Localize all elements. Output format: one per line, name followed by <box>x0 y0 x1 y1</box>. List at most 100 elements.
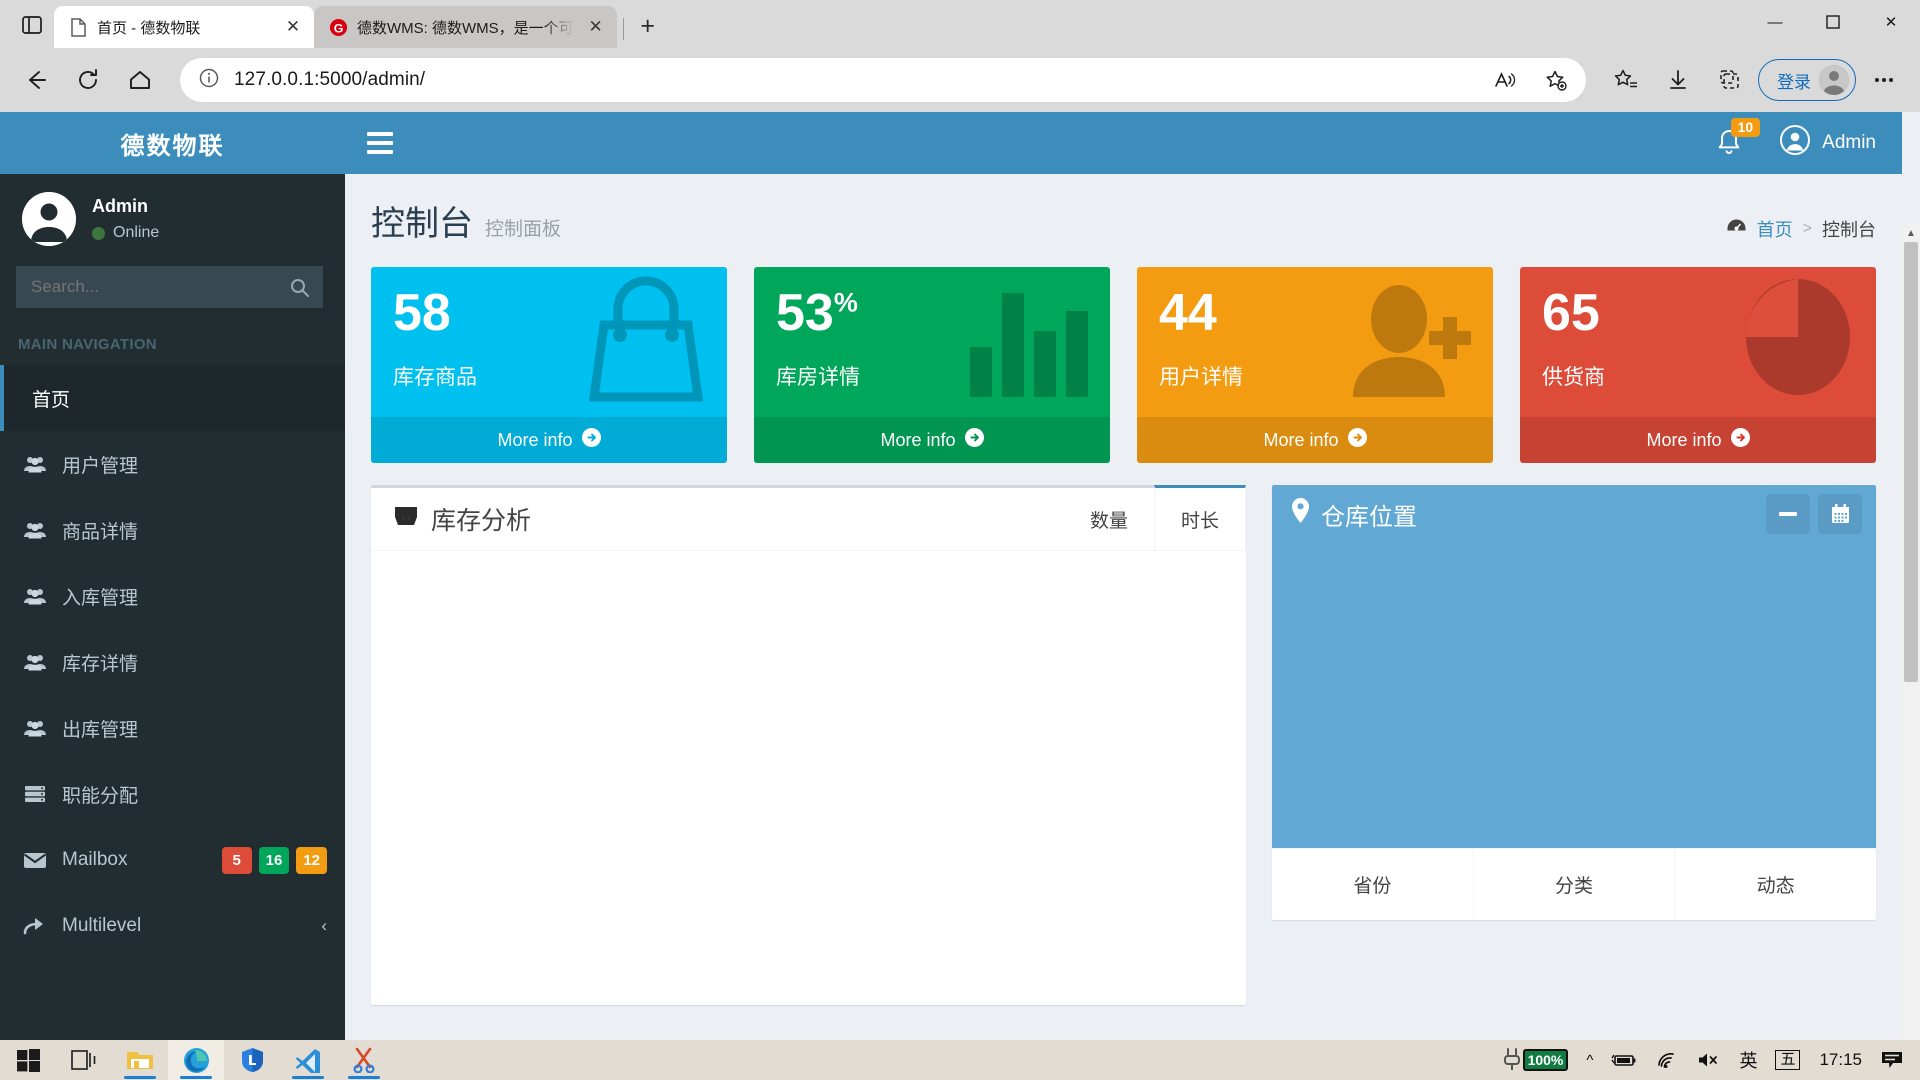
url-text: 127.0.0.1:5000/admin/ <box>234 69 426 90</box>
map-tab-category[interactable]: 分类 <box>1474 849 1676 920</box>
menu-icon[interactable] <box>367 132 393 154</box>
users-icon <box>22 719 48 737</box>
map-marker-icon <box>1292 498 1309 530</box>
minimize-button[interactable]: — <box>1746 0 1804 44</box>
home-icon[interactable] <box>116 56 164 104</box>
volume-muted-icon[interactable] <box>1688 1040 1730 1080</box>
sidebar-item-multilevel[interactable]: Multilevel ‹ <box>0 893 345 959</box>
scrollbar-thumb[interactable] <box>1904 242 1918 682</box>
read-aloud-icon[interactable] <box>1480 56 1528 104</box>
sidebar-search[interactable] <box>16 266 323 308</box>
avatar <box>22 192 76 246</box>
calendar-icon[interactable] <box>1818 494 1862 534</box>
browser-tab-active[interactable]: 首页 - 德数物联 ✕ <box>54 6 314 48</box>
maximize-button[interactable] <box>1804 0 1862 44</box>
scroll-up-icon[interactable]: ▲ <box>1902 224 1920 242</box>
vscode[interactable] <box>280 1040 336 1080</box>
info-box-user-detail[interactable]: 44 用户详情 More info <box>1137 267 1493 463</box>
warehouse-location-panel: 仓库位置 省份 分类 动态 <box>1272 485 1876 920</box>
sidebar-item-home[interactable]: 首页 <box>0 365 345 431</box>
online-dot-icon <box>92 226 105 240</box>
tab-actions-icon[interactable] <box>10 5 54 45</box>
panel-row: 库存分析 数量 时长 仓库位置 省份 分类 动态 <box>345 463 1902 1005</box>
sidebar-item-inbound-management[interactable]: 入库管理 <box>0 563 345 629</box>
search-icon[interactable] <box>276 267 322 307</box>
breadcrumb-current: 控制台 <box>1822 220 1876 240</box>
start-button[interactable] <box>0 1040 56 1080</box>
edge-browser[interactable] <box>168 1040 224 1080</box>
search-input[interactable] <box>17 277 276 297</box>
tab-duration[interactable]: 时长 <box>1153 485 1246 550</box>
minus-icon[interactable] <box>1766 494 1810 534</box>
collections-icon[interactable] <box>1706 56 1754 104</box>
close-button[interactable]: ✕ <box>1862 0 1920 44</box>
info-icon[interactable] <box>198 67 220 94</box>
snipping-tool[interactable] <box>336 1040 392 1080</box>
close-icon[interactable]: ✕ <box>583 14 609 40</box>
page-scrollbar[interactable]: ▲ <box>1902 224 1920 1040</box>
wifi-icon[interactable] <box>1646 1040 1688 1080</box>
back-icon[interactable] <box>12 56 60 104</box>
sidebar-item-role-assignment[interactable]: 职能分配 <box>0 761 345 827</box>
map-tab-province[interactable]: 省份 <box>1272 849 1474 920</box>
running-indicator <box>124 1076 156 1079</box>
status-label: Online <box>113 224 160 241</box>
address-bar-actions <box>1480 56 1580 104</box>
tab-quantity[interactable]: 数量 <box>1064 485 1154 550</box>
sidebar-item-outbound-management[interactable]: 出库管理 <box>0 695 345 761</box>
browser-tab-inactive[interactable]: G 德数WMS: 德数WMS，是一个可 ✕ <box>314 6 617 48</box>
map-tab-activity[interactable]: 动态 <box>1675 849 1876 920</box>
notifications-button[interactable]: 10 <box>1712 118 1761 162</box>
info-box-warehouse-detail[interactable]: 53% 库房详情 More info <box>754 267 1110 463</box>
ime-mode-indicator[interactable]: 五 <box>1766 1040 1809 1080</box>
screen: 首页 - 德数物联 ✕ G 德数WMS: 德数WMS，是一个可 ✕ + — ✕ <box>0 0 1920 1080</box>
address-bar[interactable]: 127.0.0.1:5000/admin/ <box>180 58 1586 102</box>
downloads-icon[interactable] <box>1654 56 1702 104</box>
main-content: 10 Admin 控制台 控制面板 首页 > 控制台 58 库存商品 More … <box>345 112 1902 1040</box>
info-box-inventory-items[interactable]: 58 库存商品 More info <box>371 267 727 463</box>
info-box-more-link[interactable]: More info <box>1520 417 1876 463</box>
info-box-body: 58 库存商品 <box>371 267 727 417</box>
signin-button[interactable]: 登录 <box>1758 59 1856 101</box>
inbox-icon <box>393 504 419 535</box>
power-status[interactable]: 100% <box>1492 1040 1578 1080</box>
breadcrumb-separator: > <box>1802 220 1812 237</box>
clock[interactable]: 17:15 <box>1809 1050 1872 1070</box>
top-navbar: 10 Admin <box>345 112 1902 174</box>
close-icon[interactable]: ✕ <box>280 14 306 40</box>
sidebar-item-inventory-detail[interactable]: 库存详情 <box>0 629 345 695</box>
mailbox-badges: 5 16 12 <box>221 846 327 874</box>
notification-icon[interactable] <box>1872 1040 1912 1080</box>
sidebar-item-mailbox[interactable]: Mailbox 5 16 12 <box>0 827 345 893</box>
sidebar-user-panel: Admin Online <box>0 174 345 260</box>
favorites-icon[interactable] <box>1602 56 1650 104</box>
map-canvas-area[interactable] <box>1272 543 1876 848</box>
ime-language-indicator[interactable]: 英 <box>1730 1040 1766 1080</box>
value-suffix: % <box>833 287 858 318</box>
settings-more-icon[interactable] <box>1860 56 1908 104</box>
info-box-supplier[interactable]: 65 供货商 More info <box>1520 267 1876 463</box>
info-box-more-link[interactable]: More info <box>1137 417 1493 463</box>
ime-mode-label: 五 <box>1775 1049 1801 1071</box>
bar-chart-icon <box>966 275 1096 405</box>
breadcrumb-home[interactable]: 首页 <box>1757 216 1793 242</box>
info-box-more-link[interactable]: More info <box>754 417 1110 463</box>
show-hidden-icons-chevron[interactable]: ^ <box>1577 1040 1602 1080</box>
navbar-user-menu[interactable]: Admin <box>1780 125 1876 161</box>
app-logo[interactable]: 德数物联 <box>0 112 345 174</box>
reload-icon[interactable] <box>64 56 112 104</box>
security-app[interactable] <box>224 1040 280 1080</box>
sidebar-item-product-detail[interactable]: 商品详情 <box>0 497 345 563</box>
battery-icon[interactable] <box>1602 1040 1646 1080</box>
file-explorer[interactable] <box>112 1040 168 1080</box>
info-box-more-link[interactable]: More info <box>371 417 727 463</box>
svg-text:G: G <box>333 21 343 35</box>
sidebar-item-user-management[interactable]: 用户管理 <box>0 431 345 497</box>
task-view-button[interactable] <box>56 1040 112 1080</box>
sidebar-item-label: 商品详情 <box>62 521 139 543</box>
new-tab-button[interactable]: + <box>630 8 666 44</box>
users-icon <box>22 653 48 671</box>
add-favorite-icon[interactable] <box>1532 56 1580 104</box>
pie-chart-icon <box>1734 275 1862 405</box>
map-footer-tabs: 省份 分类 动态 <box>1272 848 1876 920</box>
